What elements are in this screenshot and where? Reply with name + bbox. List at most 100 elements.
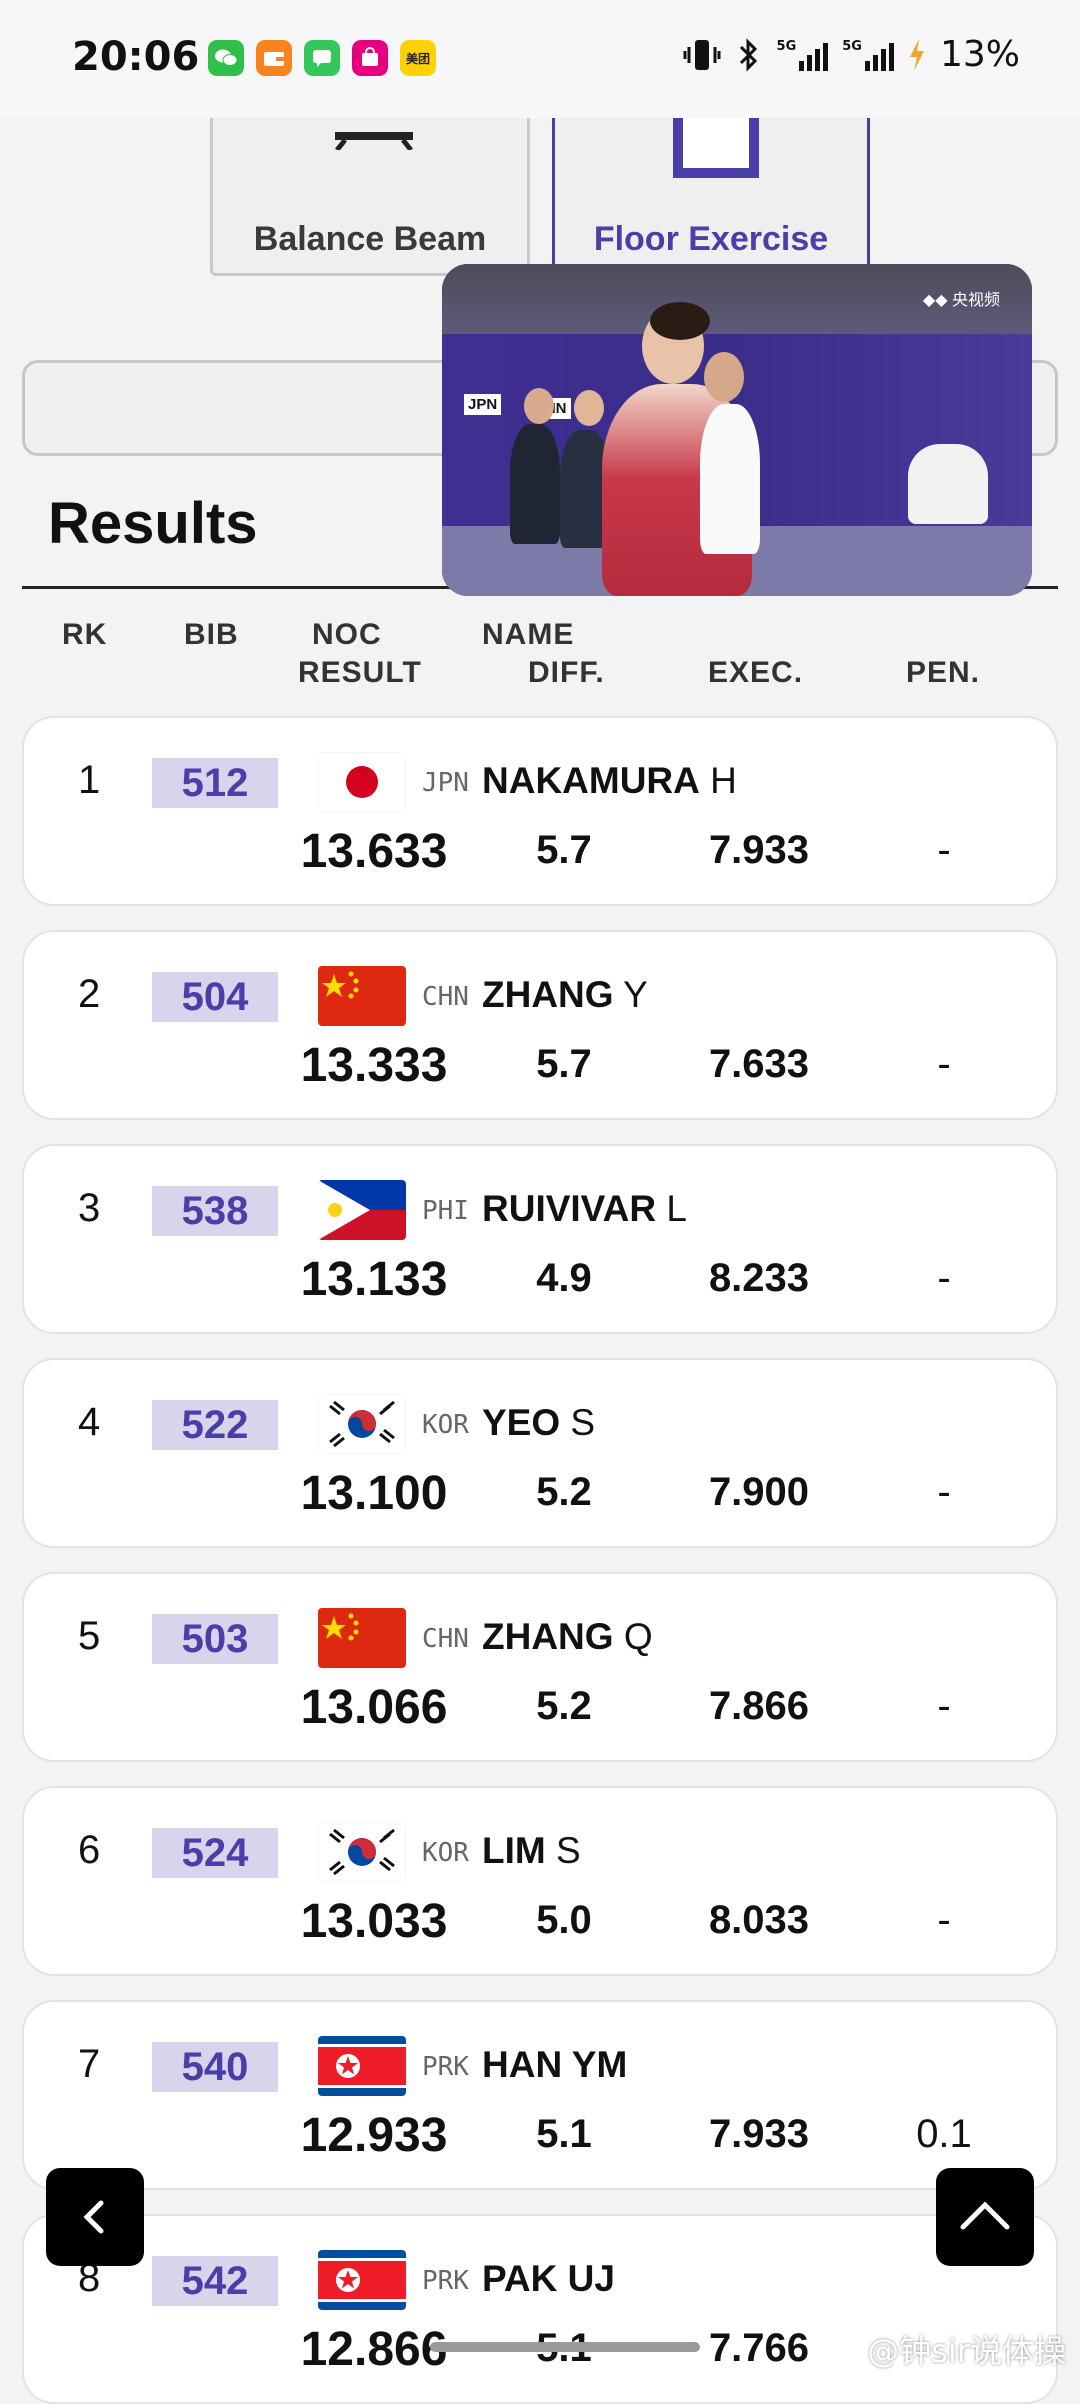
page-title: Results — [48, 491, 258, 556]
scroll-to-top-button[interactable] — [936, 2168, 1034, 2266]
penalty: - — [937, 828, 951, 872]
video-person-head — [574, 390, 604, 426]
bib-number: 524 — [152, 1828, 278, 1878]
noc-code: KOR — [422, 1410, 469, 1440]
messages-icon — [304, 40, 340, 76]
back-button[interactable] — [46, 2168, 144, 2266]
athlete-name[interactable]: YEO S — [482, 1402, 595, 1444]
video-person-head — [704, 352, 744, 402]
header-exec: EXEC. — [708, 656, 804, 689]
athlete-initial: S — [570, 1402, 596, 1443]
athlete-surname: PAK UJ — [482, 2258, 615, 2299]
athlete-name[interactable]: LIM S — [482, 1830, 581, 1872]
result-card[interactable]: 3 538 PHI RUIVIVAR L 13.133 4.9 8.233 - — [22, 1144, 1058, 1334]
total-score: 13.333 — [300, 1039, 448, 1092]
execution-score: 7.866 — [708, 1684, 810, 1728]
noc-code: CHN — [422, 1624, 469, 1654]
flag-icon-jpn — [318, 752, 406, 812]
total-score: 12.933 — [300, 2109, 448, 2162]
bib-number: 540 — [152, 2042, 278, 2092]
status-app-icons: 美团 — [208, 40, 436, 76]
video-player[interactable]: ◆◆ 央视频 JPN CHN — [442, 264, 1032, 596]
total-score: 13.066 — [300, 1681, 448, 1734]
penalty: - — [937, 1684, 951, 1728]
rank: 6 — [78, 1828, 101, 1872]
athlete-surname: RUIVIVAR — [482, 1188, 657, 1229]
result-card[interactable]: 5 503 CHN ZHANG Q 13.066 5.2 7.866 - — [22, 1572, 1058, 1762]
athlete-name[interactable]: PAK UJ — [482, 2258, 615, 2300]
video-person-head — [524, 388, 554, 424]
penalty: - — [937, 1256, 951, 1300]
total-score: 13.133 — [300, 1253, 448, 1306]
noc-code: JPN — [422, 768, 469, 798]
difficulty-score: 5.7 — [536, 1042, 592, 1086]
penalty: 0.1 — [916, 2112, 972, 2156]
athlete-name[interactable]: ZHANG Q — [482, 1616, 653, 1658]
total-score: 13.033 — [300, 1895, 448, 1948]
result-card[interactable]: 1 512 JPN NAKAMURA H 13.633 5.7 7.933 - — [22, 716, 1058, 906]
execution-score: 8.033 — [708, 1898, 810, 1942]
header-diff: DIFF. — [528, 656, 605, 689]
bib-number: 538 — [152, 1186, 278, 1236]
header-rk: RK — [62, 618, 108, 651]
difficulty-score: 5.2 — [536, 1470, 592, 1514]
header-name: NAME — [482, 618, 575, 651]
status-indicators: 5G 5G 13% — [683, 34, 1020, 75]
signal-5g-icon-2: 5G — [842, 39, 894, 71]
tab-floor-exercise-label: Floor Exercise — [593, 220, 829, 258]
tab-floor-exercise[interactable]: Floor Exercise — [552, 118, 870, 276]
header-noc: NOC — [312, 618, 382, 651]
flag-icon-phi — [318, 1180, 406, 1240]
flag-icon-prk — [318, 2250, 406, 2310]
noc-code: KOR — [422, 1838, 469, 1868]
rank: 7 — [78, 2042, 101, 2086]
bib-number: 522 — [152, 1400, 278, 1450]
athlete-name[interactable]: HAN YM — [482, 2044, 627, 2086]
difficulty-score: 5.2 — [536, 1684, 592, 1728]
noc-code: CHN — [422, 982, 469, 1012]
result-card[interactable]: 2 504 CHN ZHANG Y 13.333 5.7 7.633 - — [22, 930, 1058, 1120]
rank: 1 — [78, 758, 101, 802]
status-bar: 20:06 美团 5G 5G 13% — [0, 0, 1080, 118]
noc-code: PHI — [422, 1196, 469, 1226]
video-bag — [908, 444, 988, 524]
athlete-name[interactable]: RUIVIVAR L — [482, 1188, 687, 1230]
penalty: - — [937, 1470, 951, 1514]
athlete-surname: ZHANG — [482, 974, 614, 1015]
chevron-up-icon — [960, 2201, 1010, 2230]
penalty: - — [937, 1042, 951, 1086]
athlete-initial: Q — [623, 1616, 653, 1657]
flag-icon-kor — [318, 1394, 406, 1454]
difficulty-score: 4.9 — [536, 1256, 592, 1300]
difficulty-score: 5.0 — [536, 1898, 592, 1942]
athlete-surname: YEO — [482, 1402, 561, 1443]
rank: 3 — [78, 1186, 101, 1230]
result-card[interactable]: 4 522 KOR YEO S 13.100 5.2 7.900 - — [22, 1358, 1058, 1548]
execution-score: 7.900 — [708, 1470, 810, 1514]
execution-score: 8.233 — [708, 1256, 810, 1300]
athlete-initial: L — [666, 1188, 687, 1229]
tab-balance-beam[interactable]: Balance Beam — [210, 118, 530, 276]
flag-icon-prk — [318, 2036, 406, 2096]
balance-beam-icon — [335, 132, 413, 150]
result-card[interactable]: 6 524 KOR LIM S 13.033 5.0 8.033 - — [22, 1786, 1058, 1976]
video-person — [700, 404, 760, 554]
athlete-name[interactable]: NAKAMURA H — [482, 760, 737, 802]
athlete-name[interactable]: ZHANG Y — [482, 974, 648, 1016]
signal-5g-icon-1: 5G — [777, 39, 829, 71]
status-time: 20:06 — [72, 34, 200, 80]
charging-icon — [909, 38, 924, 71]
video-gymnast-hair — [650, 302, 710, 340]
tab-balance-beam-label: Balance Beam — [253, 220, 487, 258]
result-card[interactable]: 7 540 PRK HAN YM 12.933 5.1 7.933 0.1 — [22, 2000, 1058, 2190]
watermark: @钟sir说体操 — [867, 2332, 1066, 2370]
wallet-icon — [256, 40, 292, 76]
execution-score: 7.933 — [708, 828, 810, 872]
difficulty-score: 5.1 — [536, 2112, 592, 2156]
execution-score: 7.633 — [708, 1042, 810, 1086]
athlete-initial: S — [555, 1830, 581, 1871]
flag-icon-chn — [318, 1608, 406, 1668]
rank: 2 — [78, 972, 101, 1016]
meituan-icon-label: 美团 — [405, 51, 430, 66]
home-indicator[interactable] — [430, 2342, 700, 2352]
